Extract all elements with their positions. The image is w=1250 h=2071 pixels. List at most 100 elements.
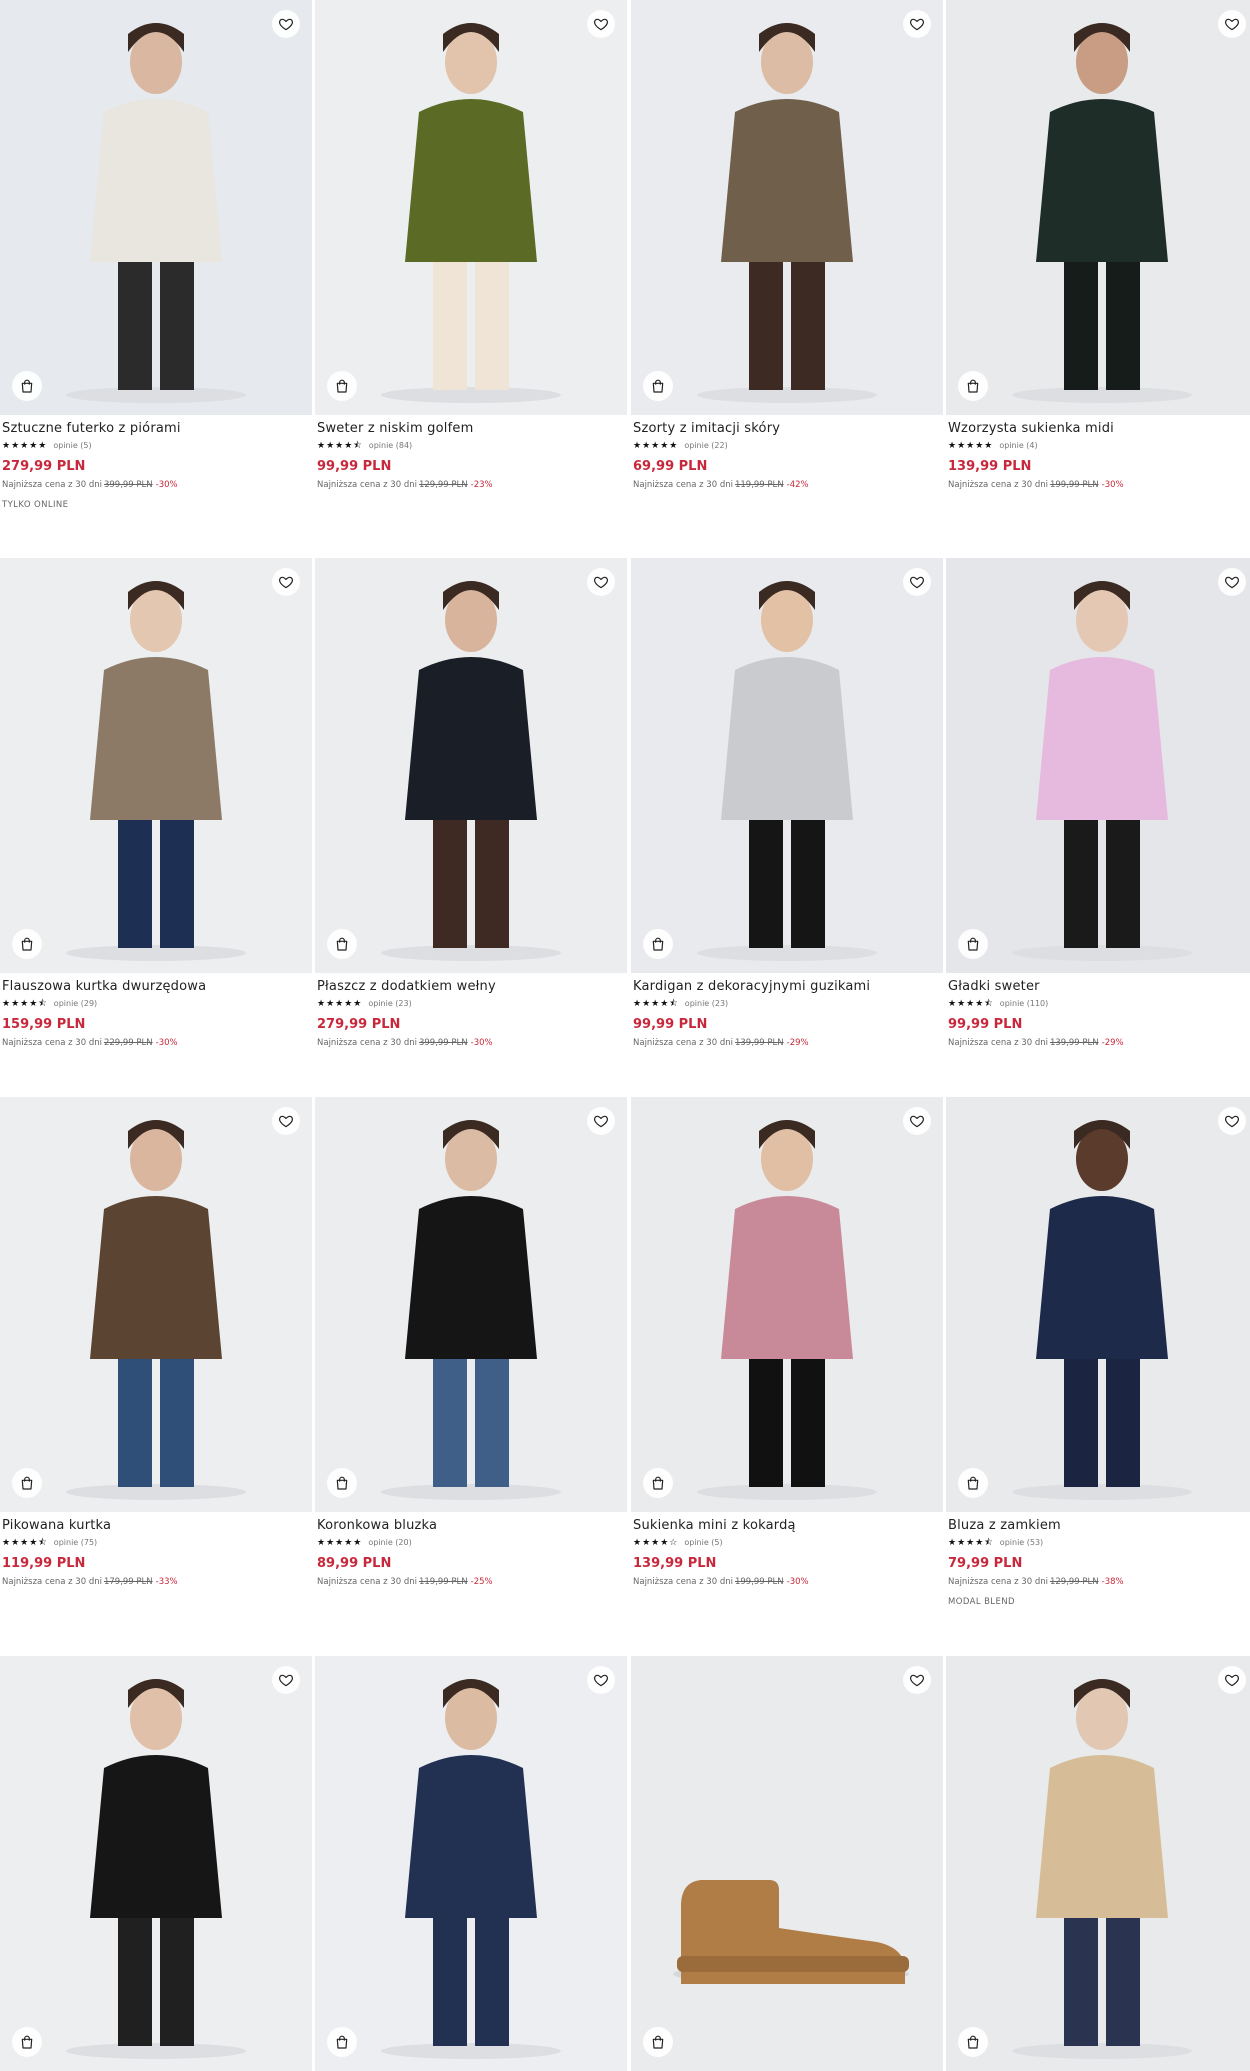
review-count[interactable]: opinie (29) bbox=[54, 998, 97, 1010]
shopping-bag-icon[interactable] bbox=[643, 1468, 673, 1498]
lowest-price-info: Najniższa cena z 30 dni 129,99 PLN -23% bbox=[317, 479, 625, 491]
product-rating: ★★★★⯪ opinie (53) bbox=[948, 1537, 1250, 1549]
product-name[interactable]: Wzorzysta sukienka midi bbox=[948, 421, 1250, 437]
review-count[interactable]: opinie (20) bbox=[368, 1537, 411, 1549]
shopping-bag-icon[interactable] bbox=[643, 371, 673, 401]
heart-icon[interactable] bbox=[272, 10, 300, 38]
product-image[interactable] bbox=[946, 1656, 1250, 2071]
review-count[interactable]: opinie (5) bbox=[684, 1537, 722, 1549]
heart-icon[interactable] bbox=[272, 1666, 300, 1694]
shopping-bag-icon[interactable] bbox=[643, 929, 673, 959]
heart-icon[interactable] bbox=[903, 1107, 931, 1135]
current-price: 139,99 PLN bbox=[948, 459, 1032, 474]
product-card[interactable] bbox=[0, 1656, 312, 2071]
old-price: 119,99 PLN bbox=[734, 480, 784, 490]
shopping-bag-icon[interactable] bbox=[958, 2027, 988, 2057]
product-card[interactable] bbox=[631, 1656, 943, 2071]
heart-icon[interactable] bbox=[903, 10, 931, 38]
lowest-price-info: Najniższa cena z 30 dni 119,99 PLN -25% bbox=[317, 1576, 625, 1588]
shopping-bag-icon[interactable] bbox=[327, 2027, 357, 2057]
star-rating-icon: ★★★★⯪ bbox=[948, 999, 994, 1009]
product-card[interactable]: Sztuczne futerko z piórami ★★★★★ opinie (5… bbox=[0, 0, 312, 511]
product-image[interactable] bbox=[946, 0, 1250, 415]
shopping-bag-icon[interactable] bbox=[958, 929, 988, 959]
review-count[interactable]: opinie (23) bbox=[368, 998, 411, 1010]
product-name[interactable]: Sweter z niskim golfem bbox=[317, 421, 625, 437]
product-card[interactable]: Flauszowa kurtka dwurzędowa ★★★★⯪ opinie (… bbox=[0, 558, 312, 1049]
heart-icon[interactable] bbox=[1218, 10, 1246, 38]
shopping-bag-icon[interactable] bbox=[12, 2027, 42, 2057]
shopping-bag-icon[interactable] bbox=[12, 929, 42, 959]
product-card[interactable]: Kardigan z dekoracyjnymi guzikami ★★★★⯪ op… bbox=[631, 558, 943, 1049]
product-card[interactable]: Gładki sweter ★★★★⯪ opinie (110) 99,99 PLN N… bbox=[946, 558, 1250, 1049]
product-image[interactable] bbox=[631, 0, 943, 415]
product-image[interactable] bbox=[946, 558, 1250, 973]
shopping-bag-icon[interactable] bbox=[327, 371, 357, 401]
current-price: 279,99 PLN bbox=[2, 459, 86, 474]
product-image[interactable] bbox=[0, 1656, 312, 2071]
review-count[interactable]: opinie (23) bbox=[685, 998, 728, 1010]
product-name[interactable]: Bluza z zamkiem bbox=[948, 1518, 1250, 1534]
shopping-bag-icon[interactable] bbox=[327, 929, 357, 959]
product-image[interactable] bbox=[631, 558, 943, 973]
product-name[interactable]: Sukienka mini z kokardą bbox=[633, 1518, 941, 1534]
product-image[interactable] bbox=[315, 558, 627, 973]
shopping-bag-icon[interactable] bbox=[12, 1468, 42, 1498]
heart-icon[interactable] bbox=[587, 10, 615, 38]
product-card[interactable]: Szorty z imitacji skóry ★★★★★ opinie (22) 6… bbox=[631, 0, 943, 491]
product-card[interactable] bbox=[946, 1656, 1250, 2071]
review-count[interactable]: opinie (75) bbox=[54, 1537, 97, 1549]
heart-icon[interactable] bbox=[903, 1666, 931, 1694]
product-name[interactable]: Pikowana kurtka bbox=[2, 1518, 310, 1534]
product-name[interactable]: Płaszcz z dodatkiem wełny bbox=[317, 979, 625, 995]
product-name[interactable]: Sztuczne futerko z piórami bbox=[2, 421, 310, 437]
product-image[interactable] bbox=[0, 1097, 312, 1512]
product-card[interactable]: Bluza z zamkiem ★★★★⯪ opinie (53) 79,99 PLN… bbox=[946, 1097, 1250, 1608]
product-card[interactable]: Sweter z niskim golfem ★★★★⯪ opinie (84) 99… bbox=[315, 0, 627, 491]
review-count[interactable]: opinie (110) bbox=[1000, 998, 1048, 1010]
product-image[interactable] bbox=[0, 558, 312, 973]
shopping-bag-icon[interactable] bbox=[643, 2027, 673, 2057]
product-name[interactable]: Kardigan z dekoracyjnymi guzikami bbox=[633, 979, 941, 995]
heart-icon[interactable] bbox=[1218, 1666, 1246, 1694]
heart-icon[interactable] bbox=[587, 568, 615, 596]
product-card[interactable]: Płaszcz z dodatkiem wełny ★★★★★ opinie (23… bbox=[315, 558, 627, 1049]
product-image[interactable] bbox=[315, 1097, 627, 1512]
product-name[interactable]: Szorty z imitacji skóry bbox=[633, 421, 941, 437]
shopping-bag-icon[interactable] bbox=[12, 371, 42, 401]
product-rating: ★★★★⯪ opinie (75) bbox=[2, 1537, 310, 1549]
product-image[interactable] bbox=[631, 1656, 943, 2071]
review-count[interactable]: opinie (5) bbox=[53, 440, 91, 452]
product-name[interactable]: Flauszowa kurtka dwurzędowa bbox=[2, 979, 310, 995]
heart-icon[interactable] bbox=[587, 1107, 615, 1135]
shopping-bag-icon[interactable] bbox=[327, 1468, 357, 1498]
star-rating-icon: ★★★★★ bbox=[317, 1538, 363, 1548]
shopping-bag-icon[interactable] bbox=[958, 1468, 988, 1498]
heart-icon[interactable] bbox=[272, 568, 300, 596]
heart-icon[interactable] bbox=[903, 568, 931, 596]
product-card[interactable]: Koronkowa bluzka ★★★★★ opinie (20) 89,99 PL… bbox=[315, 1097, 627, 1588]
review-count[interactable]: opinie (22) bbox=[684, 440, 727, 452]
product-card[interactable]: Sukienka mini z kokardą ★★★★☆ opinie (5) 13… bbox=[631, 1097, 943, 1588]
product-name[interactable]: Koronkowa bluzka bbox=[317, 1518, 625, 1534]
current-price: 119,99 PLN bbox=[2, 1556, 86, 1571]
product-image[interactable] bbox=[0, 0, 312, 415]
product-name[interactable]: Gładki sweter bbox=[948, 979, 1250, 995]
review-count[interactable]: opinie (84) bbox=[369, 440, 412, 452]
heart-icon[interactable] bbox=[587, 1666, 615, 1694]
review-count[interactable]: opinie (4) bbox=[999, 440, 1037, 452]
lowest-price-label: Najniższa cena z 30 dni bbox=[948, 1577, 1048, 1587]
review-count[interactable]: opinie (53) bbox=[1000, 1537, 1043, 1549]
product-card[interactable] bbox=[315, 1656, 627, 2071]
product-card[interactable]: Wzorzysta sukienka midi ★★★★★ opinie (4) 13… bbox=[946, 0, 1250, 491]
product-image[interactable] bbox=[631, 1097, 943, 1512]
heart-icon[interactable] bbox=[272, 1107, 300, 1135]
product-image[interactable] bbox=[315, 0, 627, 415]
product-card[interactable]: Pikowana kurtka ★★★★⯪ opinie (75) 119,99 PL… bbox=[0, 1097, 312, 1588]
product-rating: ★★★★★ opinie (5) bbox=[2, 440, 310, 452]
product-image[interactable] bbox=[946, 1097, 1250, 1512]
heart-icon[interactable] bbox=[1218, 568, 1246, 596]
product-image[interactable] bbox=[315, 1656, 627, 2071]
heart-icon[interactable] bbox=[1218, 1107, 1246, 1135]
shopping-bag-icon[interactable] bbox=[958, 371, 988, 401]
